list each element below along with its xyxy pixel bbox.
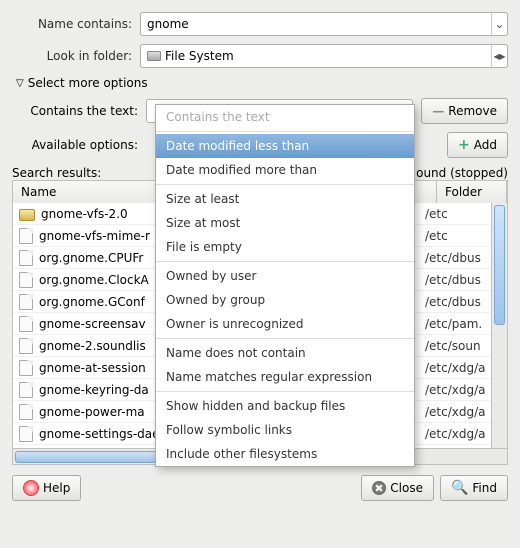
available-options-label: Available options: xyxy=(26,138,138,152)
look-in-folder-value: File System xyxy=(165,49,234,63)
disk-icon xyxy=(147,51,161,61)
file-icon xyxy=(19,228,33,244)
popup-separator xyxy=(156,131,414,132)
file-icon xyxy=(19,360,33,376)
popup-item[interactable]: Include other filesystems xyxy=(156,442,414,466)
popup-item[interactable]: Owner is unrecognized xyxy=(156,312,414,336)
column-folder[interactable]: Folder xyxy=(437,181,507,203)
popup-separator xyxy=(156,338,414,339)
file-icon xyxy=(19,404,33,420)
look-in-folder-label: Look in folder: xyxy=(12,49,132,63)
search-status-text: ound (stopped) xyxy=(416,166,508,180)
dropdown-icon[interactable]: ◂▸ xyxy=(491,45,507,67)
select-more-options-expander[interactable]: ▽ Select more options xyxy=(16,76,508,90)
cell-folder: /etc/xdg/a xyxy=(425,405,485,419)
chevron-down-icon[interactable]: ⌄ xyxy=(491,13,507,35)
popup-item[interactable]: Size at most xyxy=(156,211,414,235)
popup-item[interactable]: Date modified less than xyxy=(156,134,414,158)
scrollbar-thumb[interactable] xyxy=(494,205,505,325)
cell-folder: /etc/xdg/a xyxy=(425,383,485,397)
name-contains-label: Name contains: xyxy=(12,17,132,31)
search-results-label: Search results: xyxy=(12,166,101,180)
popup-item[interactable]: Follow symbolic links xyxy=(156,418,414,442)
name-contains-combo[interactable]: gnome ⌄ xyxy=(140,12,508,36)
popup-item[interactable]: Name does not contain xyxy=(156,341,414,365)
close-button[interactable]: Close xyxy=(361,475,434,501)
cell-folder: /etc xyxy=(425,207,485,221)
file-icon xyxy=(19,448,33,449)
binoculars-icon: 🔍 xyxy=(451,480,468,496)
name-contains-value: gnome xyxy=(147,17,189,31)
cell-folder: /etc/xdg/a xyxy=(425,427,485,441)
scrollbar-thumb-h[interactable] xyxy=(15,451,165,463)
file-icon xyxy=(19,382,33,398)
popup-item[interactable]: Show hidden and backup files xyxy=(156,394,414,418)
popup-item[interactable]: File is empty xyxy=(156,235,414,259)
find-button[interactable]: 🔍 Find xyxy=(440,475,508,501)
popup-item[interactable]: Size at least xyxy=(156,187,414,211)
contains-text-label: Contains the text: xyxy=(26,104,138,118)
popup-separator xyxy=(156,184,414,185)
popup-item[interactable]: Owned by user xyxy=(156,264,414,288)
available-options-popup[interactable]: Contains the text Date modified less than… xyxy=(155,104,415,467)
file-icon xyxy=(19,294,33,310)
file-icon xyxy=(19,272,33,288)
popup-placeholder: Contains the text xyxy=(156,105,414,129)
help-button[interactable]: Help xyxy=(12,475,81,501)
remove-button[interactable]: — Remove xyxy=(421,98,508,124)
popup-item[interactable]: Name matches regular expression xyxy=(156,365,414,389)
close-icon xyxy=(372,481,386,495)
look-in-folder-combo[interactable]: File System ◂▸ xyxy=(140,44,508,68)
cell-folder: /etc/soun xyxy=(425,339,485,353)
popup-item[interactable]: Date modified more than xyxy=(156,158,414,182)
cell-folder: /etc xyxy=(425,229,485,243)
popup-separator xyxy=(156,261,414,262)
cell-folder: /etc/dbus xyxy=(425,251,485,265)
popup-item[interactable]: Owned by group xyxy=(156,288,414,312)
add-button[interactable]: + Add xyxy=(447,132,508,158)
popup-separator xyxy=(156,391,414,392)
add-icon: + xyxy=(458,137,470,153)
cell-folder: /etc/dbus xyxy=(425,295,485,309)
folder-icon xyxy=(19,209,35,221)
help-icon xyxy=(23,480,39,496)
cell-folder: /etc/pam. xyxy=(425,317,485,331)
vertical-scrollbar[interactable] xyxy=(491,203,507,448)
remove-icon: — xyxy=(432,104,444,118)
file-icon xyxy=(19,250,33,266)
cell-folder: /etc/dbus xyxy=(425,273,485,287)
file-icon xyxy=(19,426,33,442)
file-icon xyxy=(19,316,33,332)
cell-folder: /etc/xdg/a xyxy=(425,361,485,375)
file-icon xyxy=(19,338,33,354)
triangle-down-icon: ▽ xyxy=(16,78,24,89)
